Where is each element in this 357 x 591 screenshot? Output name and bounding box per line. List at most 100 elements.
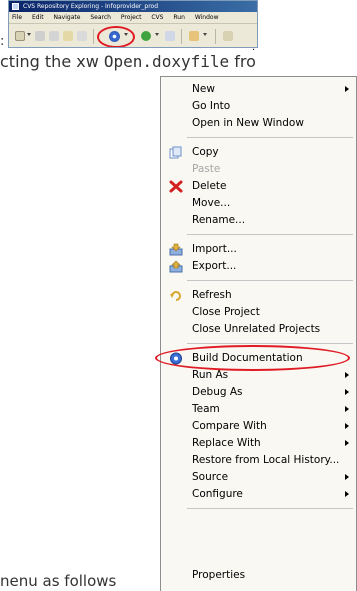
menu-item-label: Import... xyxy=(192,243,237,255)
save-icon[interactable] xyxy=(35,31,45,41)
menu-separator xyxy=(187,343,353,344)
menu-item-go-into[interactable]: Go Into xyxy=(161,98,356,115)
menu-project[interactable]: Project xyxy=(121,14,142,21)
submenu-arrow-icon xyxy=(345,491,349,497)
menu-item-debug-as[interactable]: Debug As xyxy=(161,384,356,401)
menu-item-label: Configure xyxy=(192,488,243,500)
toolbar-separator xyxy=(181,29,182,44)
menu-item-label: Replace With xyxy=(192,437,261,449)
menu-item-source[interactable]: Source xyxy=(161,469,356,486)
chevron-down-icon[interactable] xyxy=(155,33,159,36)
menu-item-label: Compare With xyxy=(192,420,267,432)
menu-file[interactable]: File xyxy=(12,14,22,21)
menu-item-close-project[interactable]: Close Project xyxy=(161,304,356,321)
submenu-arrow-icon xyxy=(345,389,349,395)
search-icon[interactable] xyxy=(223,31,233,41)
menu-item-label: Paste xyxy=(192,163,221,175)
menu-item-replace-with[interactable]: Replace With xyxy=(161,435,356,452)
menu-item-label: Delete xyxy=(192,180,227,192)
menu-item-paste[interactable]: Paste xyxy=(161,161,356,178)
menu-item-label: New xyxy=(192,83,215,95)
menu-item-compare-with[interactable]: Compare With xyxy=(161,418,356,435)
menu-item-label: Go Into xyxy=(192,100,231,112)
window-title: CVS Repository Exploring - Infoprovider_… xyxy=(23,3,159,10)
highlight-oval xyxy=(155,345,350,371)
submenu-arrow-icon xyxy=(345,86,349,92)
menu-item-move[interactable]: Move... xyxy=(161,195,356,212)
instruction-text-end: fro xyxy=(229,52,256,71)
menu-item-label: Rename... xyxy=(192,214,246,226)
menu-item-label: Source xyxy=(192,471,229,483)
context-menu: New Go Into Open in New Window Copy Past… xyxy=(155,76,357,591)
instruction-text: cting the xw Open.doxyfile fro xyxy=(0,52,357,72)
menu-item-label: Export... xyxy=(192,260,237,272)
ide-toolbar-screenshot: CVS Repository Exploring - Infoprovider_… xyxy=(8,0,258,48)
menu-item-team[interactable]: Team xyxy=(161,401,356,418)
menu-run[interactable]: Run xyxy=(173,14,185,21)
run-icon[interactable] xyxy=(141,31,151,41)
menu-edit[interactable]: Edit xyxy=(32,14,44,21)
copy-icon xyxy=(169,146,183,159)
menu-navigate[interactable]: Navigate xyxy=(54,14,81,21)
delete-icon xyxy=(169,180,183,193)
submenu-arrow-icon xyxy=(345,372,349,378)
eclipse-app-icon xyxy=(12,3,19,10)
menu-bar: File Edit Navigate Search Project CVS Ru… xyxy=(9,12,257,24)
refresh-icon xyxy=(169,289,183,302)
menu-item-label: Debug As xyxy=(192,386,243,398)
menu-item-label: Close Unrelated Projects xyxy=(192,323,321,335)
submenu-arrow-icon xyxy=(345,474,349,480)
toolbar-separator xyxy=(215,29,216,44)
submenu-arrow-icon xyxy=(345,423,349,429)
edit-icon[interactable] xyxy=(189,31,199,41)
menu-item-label: Move... xyxy=(192,197,231,209)
menu-item-rename[interactable]: Rename... xyxy=(161,212,356,229)
chevron-down-icon[interactable] xyxy=(27,33,31,36)
menu-item-import[interactable]: Import... xyxy=(161,241,356,258)
menu-separator xyxy=(187,137,353,138)
menu-item-label: Copy xyxy=(192,146,219,158)
menu-item-export[interactable]: Export... xyxy=(161,258,356,275)
chevron-down-icon[interactable] xyxy=(203,33,207,36)
menu-window[interactable]: Window xyxy=(195,14,219,21)
menu-item-open-new-window[interactable]: Open in New Window xyxy=(161,115,356,132)
menu-item-label: Properties xyxy=(192,569,246,581)
toolbar xyxy=(9,25,257,47)
menu-cvs[interactable]: CVS xyxy=(151,14,163,21)
menu-item-label: Run As xyxy=(192,369,229,381)
import-icon xyxy=(169,243,183,256)
window-title-bar: CVS Repository Exploring - Infoprovider_… xyxy=(9,1,257,12)
export-icon xyxy=(169,260,183,273)
menu-item-refresh[interactable]: Refresh xyxy=(161,287,356,304)
menu-item-restore-local-history[interactable]: Restore from Local History... xyxy=(161,452,356,469)
menu-separator xyxy=(187,508,353,509)
print-icon[interactable] xyxy=(49,31,59,41)
wrench-icon[interactable] xyxy=(77,31,87,41)
menu-item-label: Refresh xyxy=(192,289,232,301)
chevron-down-icon[interactable] xyxy=(124,33,128,36)
folder-icon[interactable] xyxy=(63,31,73,41)
menu-item-properties[interactable]: Properties xyxy=(161,567,356,584)
menu-item-close-unrelated-projects[interactable]: Close Unrelated Projects xyxy=(161,321,356,338)
new-file-icon[interactable] xyxy=(15,31,25,41)
submenu-arrow-icon xyxy=(345,440,349,446)
doxygen-gear-icon[interactable] xyxy=(109,31,120,42)
menu-separator xyxy=(187,234,353,235)
submenu-arrow-icon xyxy=(345,406,349,412)
menu-item-configure[interactable]: Configure xyxy=(161,486,356,503)
menu-item-label: Open in New Window xyxy=(192,117,304,129)
menu-item-new[interactable]: New xyxy=(161,81,356,98)
toolbar-separator xyxy=(93,29,94,44)
menu-item-label: Team xyxy=(192,403,220,415)
menu-item-label: Restore from Local History... xyxy=(192,454,340,466)
instruction-text-2: nenu as follows xyxy=(0,572,117,590)
doxyfile-name: Open.doxyfile xyxy=(103,52,230,71)
text-colon: : xyxy=(0,34,5,49)
menu-separator xyxy=(187,280,353,281)
menu-item-label: Close Project xyxy=(192,306,260,318)
menu-item-delete[interactable]: Delete xyxy=(161,178,356,195)
menu-item-copy[interactable]: Copy xyxy=(161,144,356,161)
instruction-text-start: cting the xw xyxy=(0,52,104,71)
menu-search[interactable]: Search xyxy=(90,14,111,21)
external-tools-icon[interactable] xyxy=(165,31,175,41)
